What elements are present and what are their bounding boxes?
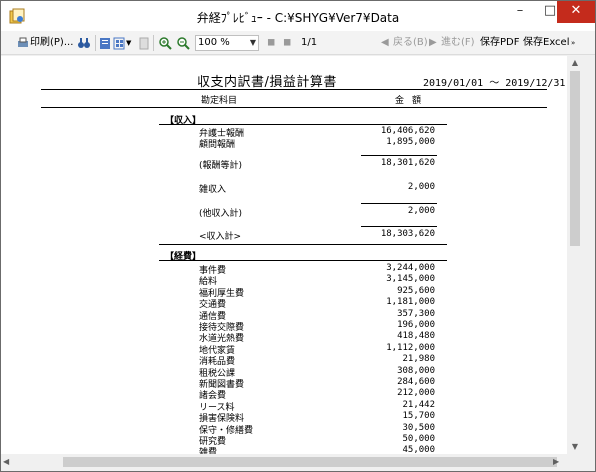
binoculars-icon[interactable]: [77, 35, 91, 51]
printer-icon: [18, 37, 28, 47]
expense-row-value: 1,112,000: [386, 343, 435, 353]
back-icon: ◀: [381, 37, 389, 48]
prev-page-icon[interactable]: ◼: [283, 35, 291, 51]
expense-row-value: 30,500: [402, 423, 435, 433]
other-subtotal-label: (他収入計): [199, 209, 243, 219]
column-header-account: 勘定科目: [201, 96, 238, 106]
zoom-select[interactable]: 100 % ▼: [195, 35, 259, 51]
title-bar: 弁経ﾌﾟﾚﾋﾞｭｰ - C:¥SHYG¥Ver7¥Data – □ ✕: [1, 1, 595, 31]
other-subtotal-value: 2,000: [407, 206, 435, 216]
overflow-chevron-icon[interactable]: »: [571, 35, 575, 51]
expense-row-value: 418,480: [397, 331, 435, 341]
expense-row-value: 15,700: [402, 411, 435, 421]
forward-button[interactable]: 進む(F): [441, 35, 475, 51]
page-setup-icon[interactable]: [139, 35, 149, 51]
multi-page-icon[interactable]: [113, 35, 125, 51]
fee-subtotal-value: 18,301,620: [380, 158, 435, 168]
back-button[interactable]: 戻る(B): [393, 35, 428, 51]
expense-row-value: 45,000: [402, 445, 435, 454]
toolbar: 印刷(P)... ▼ 100 % ▼ ◼ ◼ 1/1 ◀ 戻る(B) ▶ 進む(…: [1, 31, 595, 55]
chevron-down-icon: ▼: [249, 38, 256, 47]
row-value: 1,895,000: [386, 137, 435, 147]
expense-row-value: 357,300: [397, 309, 435, 319]
row-label: 顧問報酬: [199, 140, 236, 150]
section-rule: [159, 124, 447, 125]
expense-row-value: 212,000: [397, 388, 435, 398]
header-rule: [41, 107, 547, 108]
forward-icon: ▶: [429, 37, 437, 48]
preview-window: 弁経ﾌﾟﾚﾋﾞｭｰ - C:¥SHYG¥Ver7¥Data – □ ✕ 印刷(P…: [0, 0, 596, 472]
expense-row-value: 21,442: [402, 400, 435, 410]
section-rule: [159, 260, 447, 261]
expense-row-value: 3,244,000: [386, 263, 435, 273]
expense-row-value: 50,000: [402, 434, 435, 444]
scroll-left-icon[interactable]: ◀: [3, 454, 15, 470]
section-rule: [159, 244, 447, 245]
header-rule: [41, 89, 547, 90]
resize-corner: [567, 454, 595, 470]
expense-row-value: 3,145,000: [386, 274, 435, 284]
first-page-icon[interactable]: ◼: [267, 35, 275, 51]
income-total-label: <収入計>: [199, 232, 242, 242]
minimize-button[interactable]: –: [505, 1, 535, 23]
expense-row-label: 雑費: [199, 448, 218, 454]
save-pdf-button[interactable]: 保存PDF: [480, 35, 519, 51]
scroll-down-icon[interactable]: ▼: [567, 440, 583, 454]
expense-row-value: 284,600: [397, 377, 435, 387]
expense-row-value: 308,000: [397, 366, 435, 376]
subtotal-rule: [361, 203, 437, 204]
zoom-out-icon[interactable]: [176, 35, 190, 51]
zoom-value: 100 %: [198, 37, 230, 48]
print-button[interactable]: 印刷(P)...: [30, 35, 73, 51]
fee-subtotal-label: (報酬等計): [199, 161, 243, 171]
subtotal-rule: [361, 155, 437, 156]
window-edge: [583, 56, 595, 470]
save-excel-button[interactable]: 保存Excel: [523, 35, 570, 51]
row-value: 16,406,620: [380, 126, 435, 136]
income-total-value: 18,303,620: [380, 229, 435, 239]
horizontal-scroll-thumb[interactable]: [63, 457, 557, 467]
misc-income-label: 雑収入: [199, 185, 227, 195]
scroll-up-icon[interactable]: ▲: [567, 56, 583, 70]
single-page-icon[interactable]: [99, 35, 111, 51]
expense-row-value: 21,980: [402, 354, 435, 364]
total-rule: [361, 226, 437, 227]
close-button[interactable]: ✕: [557, 1, 595, 23]
chevron-down-icon[interactable]: ▼: [126, 35, 131, 51]
report-title: 収支内訳書/損益計算書: [197, 75, 337, 90]
scroll-right-icon[interactable]: ▶: [553, 454, 565, 470]
misc-income-value: 2,000: [407, 182, 435, 192]
zoom-in-icon[interactable]: [158, 35, 172, 51]
column-header-amount: 金額: [395, 96, 430, 106]
expense-row-value: 196,000: [397, 320, 435, 330]
expense-row-value: 925,600: [397, 286, 435, 296]
vertical-scroll-thumb[interactable]: [570, 71, 580, 246]
report-date-range: 2019/01/01 ～ 2019/12/31: [423, 78, 566, 89]
report-page: 収支内訳書/損益計算書 2019/01/01 ～ 2019/12/31 勘定科目…: [1, 56, 567, 454]
expense-row-value: 1,181,000: [386, 297, 435, 307]
page-indicator: 1/1: [301, 37, 318, 48]
